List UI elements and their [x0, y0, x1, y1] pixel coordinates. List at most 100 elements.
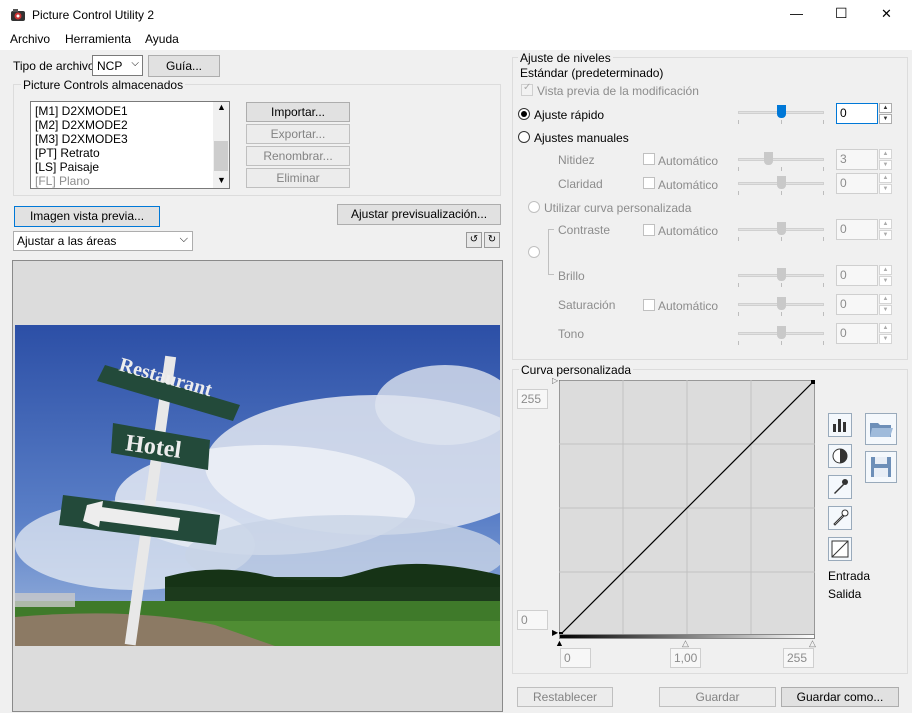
spin-down-icon[interactable]: ▼ [879, 334, 892, 344]
saturation-spinner[interactable]: 0 ▲ ▼ [836, 294, 894, 315]
spin-down-icon[interactable]: ▼ [879, 276, 892, 286]
spin-up-icon[interactable]: ▲ [879, 149, 892, 159]
clarity-auto-checkbox[interactable] [643, 177, 655, 189]
quick-adjust-radio[interactable] [518, 108, 530, 120]
hue-slider[interactable] [738, 326, 824, 350]
curve-output-min[interactable]: 0 [517, 610, 548, 630]
save-disk-icon[interactable] [865, 451, 897, 483]
contrast-spinner[interactable]: 0 ▲ ▼ [836, 219, 894, 240]
close-icon[interactable]: ✕ [881, 6, 892, 22]
sharpness-slider[interactable] [738, 152, 824, 176]
scroll-up-icon[interactable]: ▲ [217, 102, 226, 112]
menu-ayuda[interactable]: Ayuda [145, 32, 179, 46]
input-max-field[interactable]: 255 [783, 648, 814, 668]
curve-output-max[interactable]: 255 [517, 389, 548, 409]
list-item[interactable]: [M2] D2XMODE2 [35, 118, 128, 132]
spin-up-icon[interactable]: ▲ [879, 103, 892, 113]
list-item[interactable]: [LS] Paisaje [35, 160, 99, 174]
spin-down-icon[interactable]: ▼ [879, 114, 892, 124]
spin-up-icon[interactable]: ▲ [879, 294, 892, 304]
preview-mod-checkbox[interactable]: ✓ [521, 82, 533, 96]
rotate-left-icon[interactable]: ↺ [466, 232, 482, 248]
sharpness-value[interactable]: 3 [836, 149, 878, 170]
sharpness-spinner[interactable]: 3 ▲ ▼ [836, 149, 894, 170]
clarity-slider[interactable] [738, 176, 824, 200]
brightness-slider[interactable] [738, 268, 824, 292]
spin-down-icon[interactable]: ▼ [879, 305, 892, 315]
quick-adjust-slider[interactable] [738, 105, 824, 129]
list-item[interactable]: [FL] Plano [35, 174, 90, 188]
guide-button[interactable]: Guía... [148, 55, 220, 77]
list-scrollbar[interactable]: ▲ ▼ [213, 102, 229, 188]
preview-image-button[interactable]: Imagen vista previa... [14, 206, 160, 227]
channel-icon[interactable] [828, 444, 852, 468]
fit-select[interactable]: Ajustar a las áreas ⌵ [13, 231, 193, 251]
slider-thumb[interactable] [764, 152, 773, 165]
list-item[interactable]: [PT] Retrato [35, 146, 100, 160]
import-button[interactable]: Importar... [246, 102, 350, 122]
open-folder-icon[interactable] [865, 413, 897, 445]
hue-value[interactable]: 0 [836, 323, 878, 344]
slider-thumb[interactable] [777, 326, 786, 339]
input-min-field[interactable]: 0 [560, 648, 591, 668]
save-as-button[interactable]: Guardar como... [781, 687, 899, 707]
delete-button[interactable]: Eliminar [246, 168, 350, 188]
adjust-preview-button[interactable]: Ajustar previsualización... [337, 204, 501, 225]
rename-button[interactable]: Renombrar... [246, 146, 350, 166]
output-max-marker-icon[interactable]: ▷ [552, 376, 558, 385]
spin-up-icon[interactable]: ▲ [879, 265, 892, 275]
eyedropper-black-icon[interactable] [828, 475, 852, 499]
spin-up-icon[interactable]: ▲ [879, 173, 892, 183]
output-min-marker-icon[interactable]: ▶ [552, 628, 558, 637]
brightness-spinner[interactable]: 0 ▲ ▼ [836, 265, 894, 286]
brightness-value[interactable]: 0 [836, 265, 878, 286]
quick-adjust-spinner[interactable]: 0 ▲ ▼ [836, 103, 894, 124]
slider-thumb[interactable] [777, 268, 786, 281]
manual-adjust-radio[interactable] [518, 131, 530, 143]
slider-thumb[interactable] [777, 176, 786, 189]
hue-spinner[interactable]: 0 ▲ ▼ [836, 323, 894, 344]
spin-down-icon[interactable]: ▼ [879, 160, 892, 170]
custom-curve-radio[interactable] [528, 201, 540, 213]
menu-herramienta[interactable]: Herramienta [65, 32, 131, 46]
menu-archivo[interactable]: Archivo [10, 32, 50, 46]
list-item[interactable]: [M3] D2XMODE3 [35, 132, 128, 146]
menu-bar: Archivo Herramienta Ayuda [0, 30, 912, 50]
input-min-marker-icon[interactable]: ▲ [555, 638, 564, 648]
reset-button[interactable]: Restablecer [517, 687, 613, 707]
stored-controls-list[interactable]: [M1] D2XMODE1 [M2] D2XMODE2 [M3] D2XMODE… [30, 101, 230, 189]
contrast-slider[interactable] [738, 222, 824, 246]
spin-down-icon[interactable]: ▼ [879, 184, 892, 194]
clarity-value[interactable]: 0 [836, 173, 878, 194]
slider-thumb[interactable] [777, 222, 786, 235]
scroll-thumb[interactable] [214, 141, 228, 171]
input-gamma-field[interactable]: 1,00 [670, 648, 701, 668]
spin-up-icon[interactable]: ▲ [879, 323, 892, 333]
spin-up-icon[interactable]: ▲ [879, 219, 892, 229]
slider-thumb[interactable] [777, 105, 786, 118]
contrast-value[interactable]: 0 [836, 219, 878, 240]
contrast-brightness-radio[interactable] [528, 246, 540, 258]
slider-thumb[interactable] [777, 297, 786, 310]
contrast-auto-checkbox[interactable] [643, 224, 655, 236]
scroll-down-icon[interactable]: ▼ [217, 175, 226, 185]
histogram-icon[interactable] [828, 413, 852, 437]
saturation-slider[interactable] [738, 297, 824, 321]
saturation-value[interactable]: 0 [836, 294, 878, 315]
save-button[interactable]: Guardar [659, 687, 776, 707]
export-button[interactable]: Exportar... [246, 124, 350, 144]
file-type-select[interactable]: NCP ⌵ [92, 55, 143, 76]
minimize-icon[interactable]: — [790, 6, 803, 21]
sharpness-auto-checkbox[interactable] [643, 153, 655, 165]
eyedropper-white-icon[interactable] [828, 506, 852, 530]
maximize-icon[interactable]: ☐ [835, 5, 848, 22]
list-item[interactable]: [M1] D2XMODE1 [35, 104, 128, 118]
clarity-spinner[interactable]: 0 ▲ ▼ [836, 173, 894, 194]
saturation-auto-checkbox[interactable] [643, 299, 655, 311]
linear-curve-icon[interactable] [828, 537, 852, 561]
manual-adjust-label: Ajustes manuales [534, 131, 629, 145]
quick-adjust-value[interactable]: 0 [836, 103, 878, 124]
spin-down-icon[interactable]: ▼ [879, 230, 892, 240]
rotate-right-icon[interactable]: ↻ [484, 232, 500, 248]
curve-editor[interactable] [558, 379, 816, 637]
